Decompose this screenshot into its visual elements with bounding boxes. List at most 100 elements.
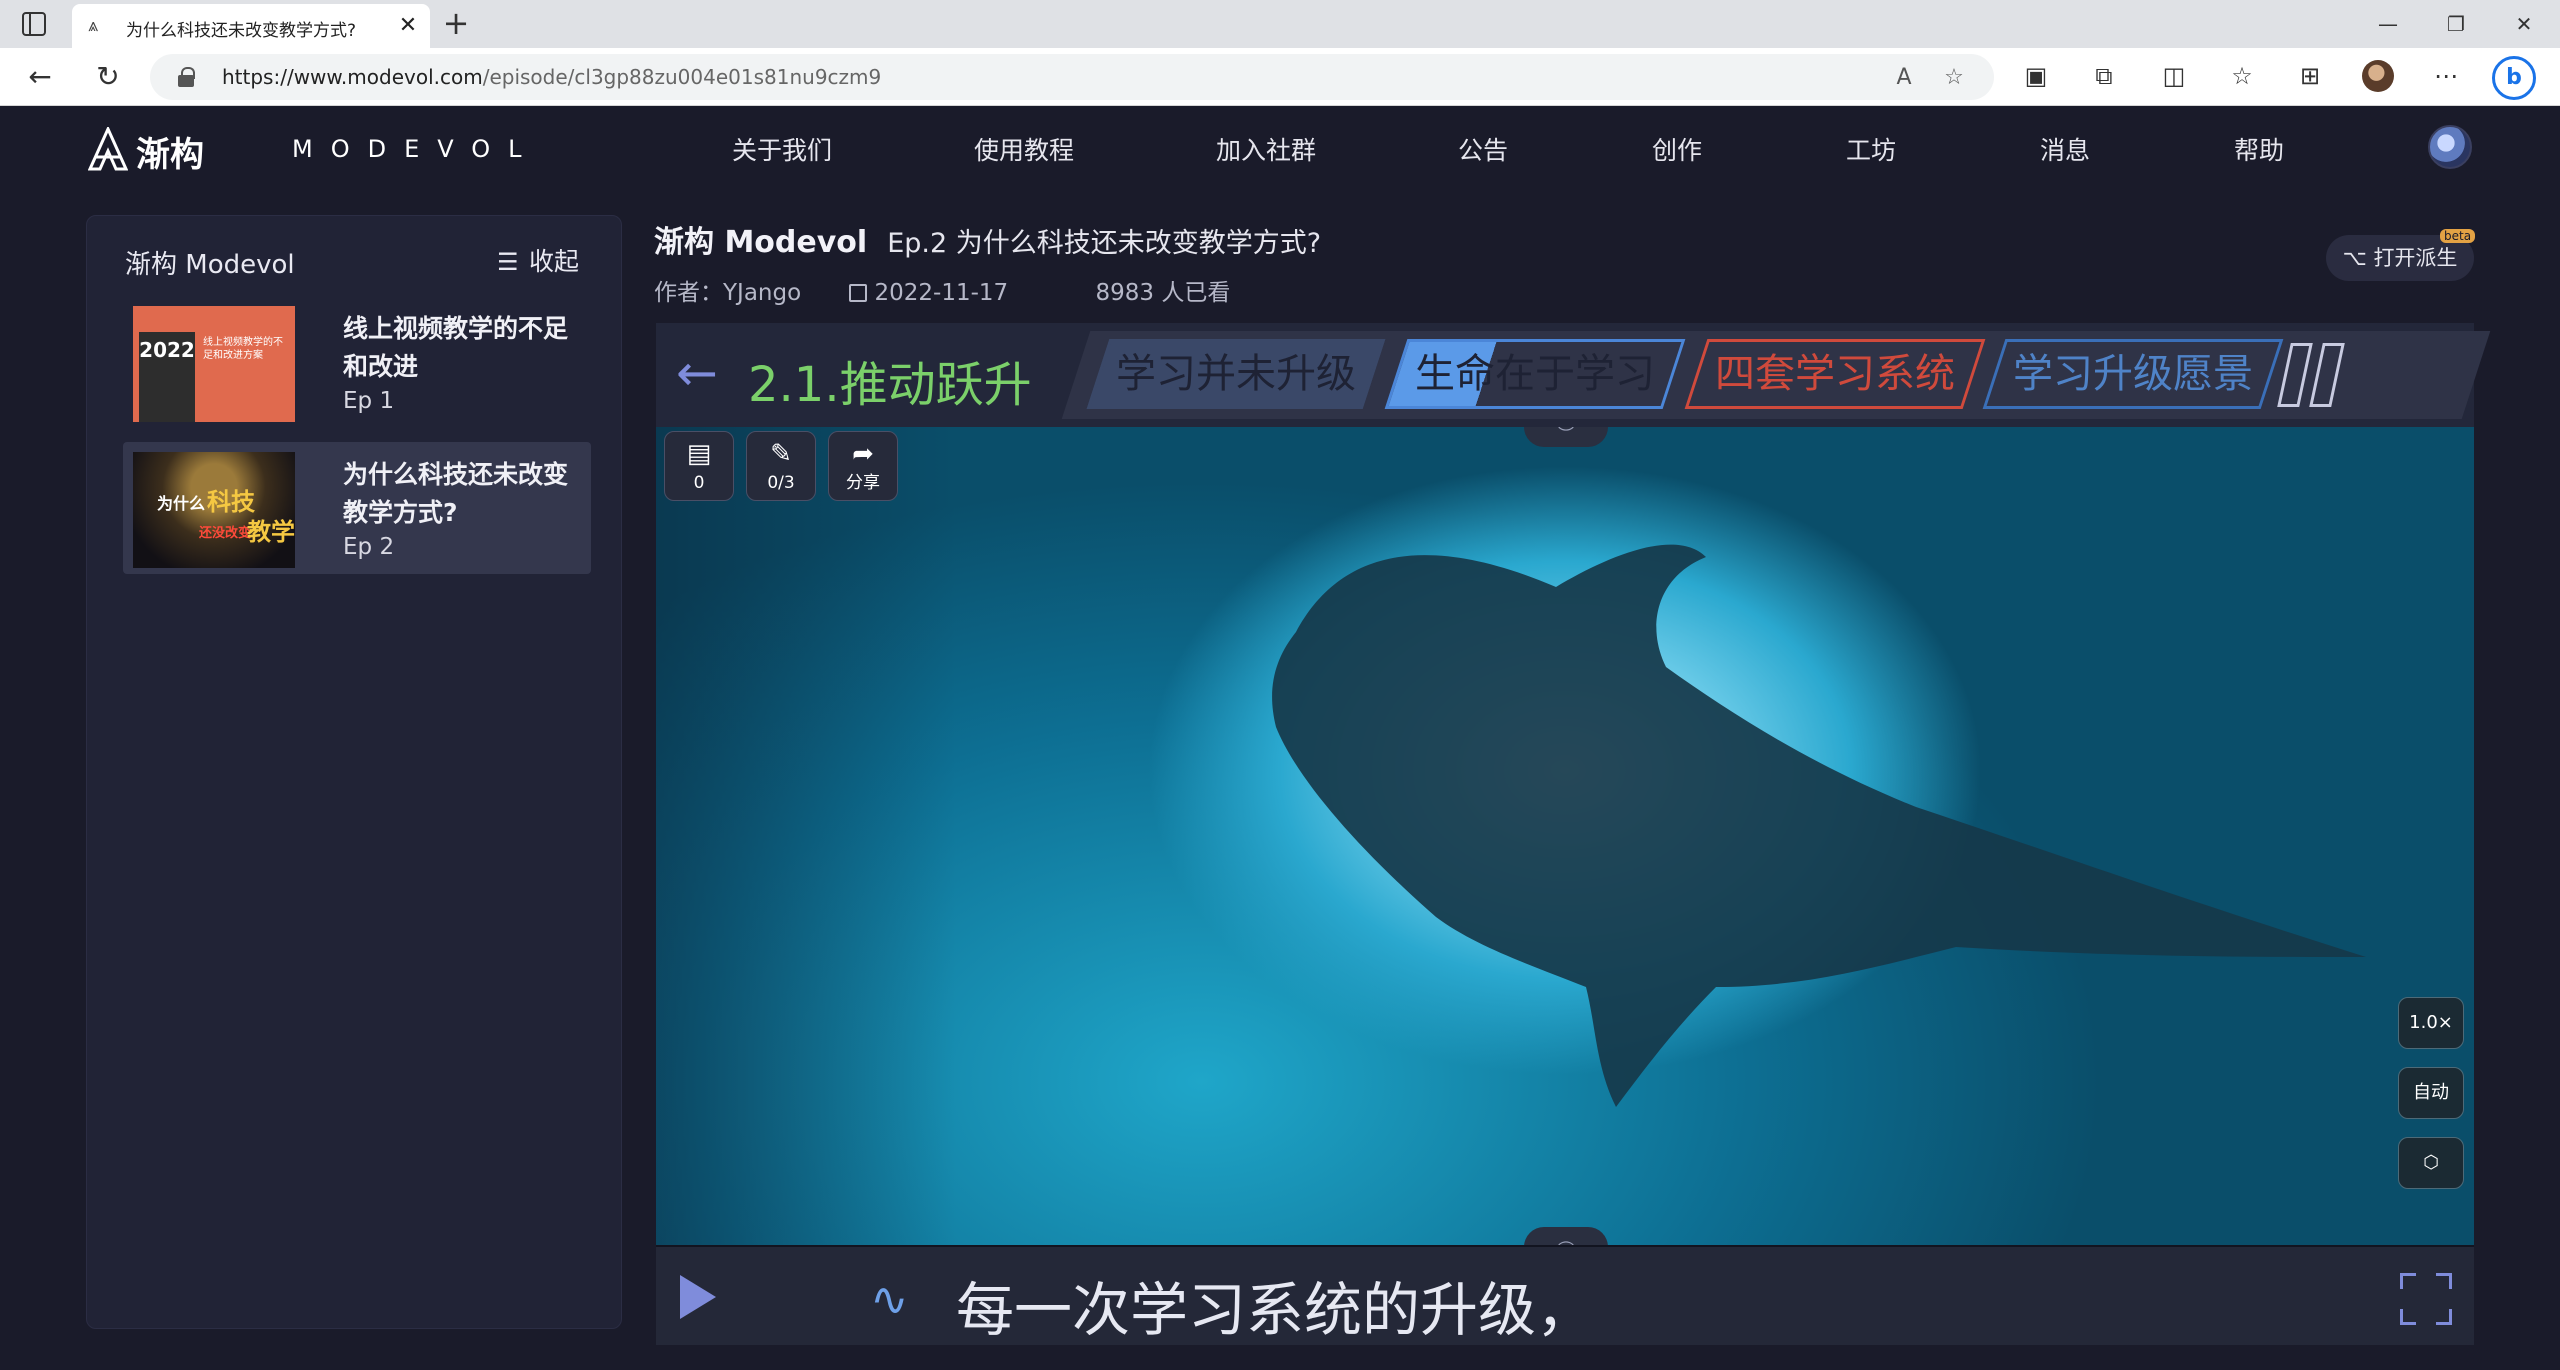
chapter-back-icon[interactable]: ← [676,345,736,405]
new-tab-button[interactable]: + [440,7,472,40]
collapse-icon: ☰ [497,248,519,276]
feather-icon: ✎ [770,439,792,469]
nav-messages[interactable]: 消息 [2040,131,2090,167]
collections-icon[interactable]: ⊞ [2294,60,2326,92]
tab-actions-icon[interactable] [22,12,46,36]
url-domain: https://www.modevol.com [222,65,483,89]
thumb-caption: 线上视频教学的不足和改进方案 [203,337,283,361]
site-page: 渐构 MODEVOL 关于我们 使用教程 加入社群 公告 创作 工坊 消息 帮助… [0,107,2560,1370]
episode-number: Ep 1 [343,388,395,414]
lock-icon[interactable] [178,67,195,87]
episode-sidebar: 渐构 Modevol ☰ 收起 2022 线上视频教学的不足和改进方案 线上视频教… [86,215,622,1329]
chapter-tag-current[interactable]: 生命在于学习 [1384,339,1686,409]
thumb-text: 为什么 [157,494,206,513]
route-map-icon[interactable]: ∿ [870,1269,930,1329]
quality-button[interactable]: 自动 [2398,1067,2464,1119]
close-tab-icon[interactable]: ✕ [394,12,422,40]
share-button[interactable]: ➦ 分享 [828,431,898,501]
view-count: 8983 人已看 [1095,280,1231,306]
author: 作者：YJango [654,280,802,306]
chapter-bar: ← 2.1.推动跃升 学习并未升级 生命在于学习 四套学习系统 学习升级愿景 [656,323,2491,427]
calendar-icon [848,284,867,302]
user-avatar[interactable] [2428,125,2472,169]
episode-thumbnail: 2022 线上视频教学的不足和改进方案 [133,306,295,422]
chapter-tag[interactable]: 四套学习系统 [1684,339,1986,409]
episode-title: 为什么科技还未改变教学方式? [343,460,569,527]
modevol-logo-icon[interactable] [88,127,128,171]
nav-tutorial[interactable]: 使用教程 [974,131,1074,167]
episode-page-title: Ep.2 为什么科技还未改变教学方式? [887,228,1322,259]
date-text: 2022-11-17 [874,280,1009,306]
settings-icon[interactable]: ⬡ [2398,1137,2464,1189]
thumb-text: 还没改变 [199,526,252,541]
comments-count: 0 [693,473,705,493]
close-window-button[interactable]: ✕ [2504,8,2544,40]
chapter-tag-label: 学习升级愿景 [2013,351,2253,397]
collapse-label: 收起 [529,247,580,276]
chapter-tag-label: 生命在于学习 [1415,351,1655,397]
subtitle-bar: ∿ 每一次学习系统的升级， [656,1245,2474,1345]
tab-app-icon[interactable]: ▣ [2020,60,2052,92]
collapse-top-handle[interactable]: ︶ [1524,427,1608,447]
notes-button[interactable]: ✎ 0/3 [746,431,816,501]
favorites-icon[interactable]: ☆ [2226,60,2258,92]
nav-workshop[interactable]: 工坊 [1846,131,1896,167]
refresh-icon[interactable]: ↻ [90,60,126,96]
notes-count: 0/3 [767,473,795,493]
site-header: 渐构 MODEVOL 关于我们 使用教程 加入社群 公告 创作 工坊 消息 帮助 [0,107,2560,193]
more-menu-icon[interactable]: ⋯ [2430,60,2462,92]
publish-date: 2022-11-17 [848,280,1049,306]
nav-announce[interactable]: 公告 [1458,131,1508,167]
fork-label: 打开派生 [2373,246,2458,270]
thumb-text: 教学 [247,518,295,546]
episode-title: 线上视频教学的不足和改进 [343,314,569,381]
video-player[interactable]: ︶ ︵ ▤ 0 ✎ 0/3 ➦ 分享 1.0× 自动 ⬡ [656,427,2474,1245]
expand-bottom-handle[interactable]: ︵ [1524,1227,1608,1245]
chapter-tag-label: 学习并未升级 [1116,351,1356,397]
chapter-tag[interactable]: 学习升级愿景 [1982,339,2284,409]
episode-thumbnail: 为什么 科技 还没改变 教学 [133,452,295,568]
back-icon[interactable]: ← [22,60,58,96]
series-name: 渐构 Modevol [654,225,868,260]
fork-icon: ⌥ [2342,246,2374,270]
split-screen-icon[interactable]: ◫ [2158,60,2190,92]
nav-about[interactable]: 关于我们 [732,131,832,167]
nav-create[interactable]: 创作 [1652,131,1702,167]
brand-name-cn[interactable]: 渐构 [136,127,204,176]
nav-help[interactable]: 帮助 [2234,131,2284,167]
collapse-sidebar-button[interactable]: ☰ 收起 [497,242,579,278]
chapter-tag-label: 四套学习系统 [1715,351,1955,397]
minimize-button[interactable]: — [2368,8,2408,40]
brand-name-en[interactable]: MODEVOL [292,135,540,163]
maximize-button[interactable]: ❐ [2436,8,2476,40]
comments-button[interactable]: ▤ 0 [664,431,734,501]
url-path: /episode/cl3gp88zu004e01s81nu9czm9 [482,65,882,89]
read-aloud-icon[interactable]: A [1890,64,1918,92]
share-icon: ➦ [852,439,874,469]
chapter-tag[interactable]: 学习并未升级 [1086,339,1386,409]
browser-tab[interactable]: ⩓ 为什么科技还未改变教学方式? ✕ [72,4,430,48]
beta-badge: beta [2440,229,2476,243]
add-favorite-icon[interactable]: ☆ [1940,64,1968,92]
url-field[interactable]: https://www.modevol.com/episode/cl3gp88z… [150,54,1994,100]
whale-shark-silhouette [1272,544,2366,1107]
nav-community[interactable]: 加入社群 [1216,131,1316,167]
sidebar-title: 渐构 Modevol [125,250,295,280]
url-text: https://www.modevol.com/episode/cl3gp88z… [222,65,881,89]
episode-card-2[interactable]: 为什么 科技 还没改变 教学 为什么科技还未改变教学方式? Ep 2 [123,442,591,574]
comment-icon: ▤ [686,439,712,469]
play-icon[interactable] [680,1275,716,1319]
extensions-icon[interactable]: ⧉ [2088,60,2120,92]
playback-speed-button[interactable]: 1.0× [2398,997,2464,1049]
episode-number: Ep 2 [343,534,395,560]
bing-copilot-icon[interactable]: b [2492,56,2536,100]
episode-heading: 渐构 Modevol Ep.2 为什么科技还未改变教学方式? [654,217,1321,261]
site-favicon-icon: ⩓ [88,15,99,36]
browser-tab-bar: ⩓ 为什么科技还未改变教学方式? ✕ + — ❐ ✕ [0,0,2560,48]
subtitle-text: 每一次学习系统的升级， [956,1276,1595,1344]
chapter-title: 2.1.推动跃升 [748,357,1032,413]
episode-meta: 作者：YJango 2022-11-17 8983 人已看 [654,273,1270,307]
browser-profile-avatar[interactable] [2362,60,2394,92]
episode-card-1[interactable]: 2022 线上视频教学的不足和改进方案 线上视频教学的不足和改进 Ep 1 [123,296,591,428]
fullscreen-icon[interactable] [2400,1273,2452,1325]
